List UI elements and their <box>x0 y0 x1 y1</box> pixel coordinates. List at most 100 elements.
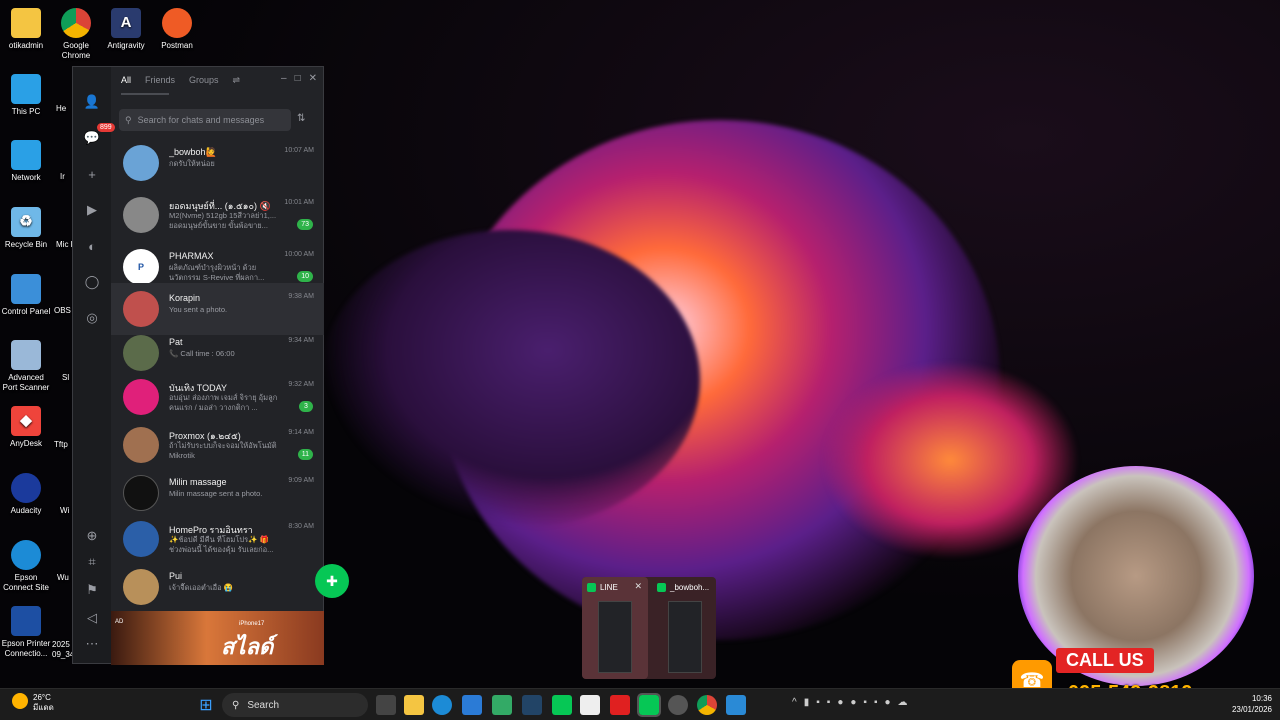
chat-name: Pat <box>169 337 183 347</box>
new-chat-button[interactable]: ✚ <box>315 564 349 598</box>
chat-item[interactable]: Milin massage Milin massage sent a photo… <box>111 467 324 519</box>
avatar <box>123 475 159 511</box>
line-icon <box>657 583 666 592</box>
app-icon[interactable] <box>580 695 600 715</box>
tab-friends[interactable]: Friends <box>145 75 175 86</box>
desktop-icon-control-panel[interactable]: Control Panel <box>0 274 52 317</box>
desktop-icon-network[interactable]: Network <box>0 140 52 183</box>
desktop-icon-label: AnyDesk <box>9 439 42 448</box>
chat-item[interactable]: Pui เจ้าจื๊ดเออต่ำเอื่อ 😭 <box>111 561 324 613</box>
desktop-icon-partial[interactable]: 2025 09_34 <box>52 640 74 660</box>
file-explorer-icon[interactable] <box>404 695 424 715</box>
chat-preview: M2(Nvme) 512gb 15สีวาลย่า1,... ยอดมนุษย์… <box>169 211 277 230</box>
chat-item[interactable]: ยอดมนุษย์ที่... (๑.๕๑๐) 🔇 M2(Nvme) 512gb… <box>111 189 324 241</box>
profile-icon[interactable]: 👤 <box>83 93 101 111</box>
sort-icon[interactable]: ⇅ <box>297 113 305 124</box>
desktop-icon-antigravity[interactable]: A Antigravity <box>100 8 152 51</box>
minimize-icon[interactable]: – <box>281 73 287 84</box>
more-icon[interactable]: ⋯ <box>83 635 101 653</box>
task-view-icon[interactable] <box>376 695 396 715</box>
youtube-icon[interactable] <box>610 695 630 715</box>
filter-icon[interactable]: ⇌ <box>233 75 241 86</box>
search-input[interactable]: ⚲ Search for chats and messages <box>119 109 291 131</box>
voom-icon[interactable]: ▶ <box>83 201 101 219</box>
cloud-icon[interactable]: ☁ <box>898 697 908 708</box>
edge-icon[interactable] <box>432 695 452 715</box>
tab-all[interactable]: All <box>121 75 131 86</box>
start-icon[interactable]: ⊞ <box>196 695 216 715</box>
preview-bowboh-window[interactable]: _bowboh... <box>652 577 718 679</box>
weather-widget[interactable]: 26°C มีแดด <box>12 693 54 713</box>
scanner-icon <box>11 340 41 370</box>
chat-preview: เจ้าจื๊ดเออต่ำเอื่อ 😭 <box>169 583 234 592</box>
avatar <box>123 427 159 463</box>
search-icon: ⚲ <box>125 114 132 125</box>
chrome-icon[interactable] <box>697 695 717 715</box>
chat-preview: ผลิตภัณฑ์บำรุงผิวหน้า ด้วยนวัตกรรม S-Rev… <box>169 263 265 282</box>
vscode-icon[interactable] <box>462 695 482 715</box>
close-icon[interactable]: ✕ <box>309 73 317 84</box>
tray-icon[interactable]: ▪ <box>816 697 820 708</box>
line-app-icon[interactable]: ◎ <box>83 309 101 327</box>
tray-icon[interactable]: ● <box>885 697 891 708</box>
chat-item[interactable]: _bowboh🙋 กดรับให้หน่อย 10:07 AM <box>111 137 324 189</box>
preview-line-window[interactable]: LINE ✕ <box>582 577 648 679</box>
preview-thumbnail <box>668 601 702 673</box>
system-clock[interactable]: 10:36 23/01/2026 <box>1232 693 1272 715</box>
avatar <box>123 197 159 233</box>
sun-icon <box>12 693 28 709</box>
chevron-up-icon[interactable]: ^ <box>792 697 797 708</box>
app-icon[interactable] <box>492 695 512 715</box>
crop-icon[interactable]: ⌗ <box>83 553 101 571</box>
bookmark-icon[interactable]: ⚑ <box>83 581 101 599</box>
app-icon[interactable] <box>522 695 542 715</box>
speaker-icon[interactable]: ◁ <box>83 609 101 627</box>
desktop-icon-this-pc[interactable]: This PC <box>0 74 52 117</box>
desktop-icon-chrome[interactable]: Google Chrome <box>50 8 102 61</box>
chat-name: Korapin <box>169 293 201 303</box>
tab-groups[interactable]: Groups <box>189 75 219 86</box>
tray-icon[interactable]: ▪ <box>827 697 831 708</box>
tray-icon[interactable]: ▮ <box>804 697 810 708</box>
chat-item[interactable]: HomePro รามอินทรา ✨ช้อปดี มีคืน ที่โฮมโป… <box>111 513 324 565</box>
add-friend-icon[interactable]: + <box>83 165 101 183</box>
chat-time: 8:30 AM <box>288 523 314 530</box>
ad-subtitle: iPhone17 <box>239 621 265 627</box>
tray-icon[interactable]: ▪ <box>874 697 878 708</box>
desktop-icon-postman[interactable]: Postman <box>151 8 203 51</box>
recycle-bin-icon: ♻ <box>11 207 41 237</box>
desktop-icon-epson-connect[interactable]: Epson Connect Site <box>0 540 52 593</box>
system-tray: ^ ▮ ▪ ▪ ● ● ▪ ▪ ● ☁ <box>792 697 908 708</box>
preview-title: LINE <box>600 583 618 592</box>
app-icon[interactable] <box>668 695 688 715</box>
desktop-icon-recycle-bin[interactable]: ♻ Recycle Bin <box>0 207 52 250</box>
monitor-icon <box>11 74 41 104</box>
tray-icon[interactable]: ● <box>837 697 843 708</box>
maximize-icon[interactable]: □ <box>295 73 301 84</box>
add-chat-icon[interactable]: ⊕ <box>83 527 101 545</box>
desktop-icon-label: Advanced Port Scanner <box>2 373 50 392</box>
desktop-icon-anydesk[interactable]: ◆ AnyDesk <box>0 406 52 449</box>
desktop-icon-label: Ir <box>60 172 65 181</box>
chat-item[interactable]: บันเทิง TODAY อบอุ่น! ส่องภาพ เจมส์ จิรา… <box>111 371 324 423</box>
chat-preview: Milin massage sent a photo. <box>169 489 263 498</box>
openchat-icon[interactable]: ◐ <box>83 237 101 255</box>
desktop-icon-partial[interactable]: OBS <box>54 306 74 316</box>
desktop-icon-partial[interactable]: Tftp <box>54 440 74 450</box>
taskbar-search[interactable]: ⚲ Search <box>222 693 368 717</box>
close-icon[interactable]: ✕ <box>634 581 642 592</box>
desktop-icon-otikadmin[interactable]: otikadmin <box>0 8 52 51</box>
call-icon[interactable]: ◯ <box>83 273 101 291</box>
desktop-icon-audacity[interactable]: Audacity <box>0 473 52 516</box>
line-icon[interactable] <box>552 695 572 715</box>
chats-icon[interactable]: 💬 899 <box>83 123 115 147</box>
tray-icon[interactable]: ▪ <box>863 697 867 708</box>
desktop-icon-port-scanner[interactable]: Advanced Port Scanner <box>0 340 52 393</box>
taskbar-preview: LINE ✕ _bowboh... <box>582 577 716 679</box>
line-active-icon[interactable] <box>637 693 661 717</box>
chat-item[interactable]: Proxmox (๑.๒๔๕) ถ้าไม่รับระบบก็จะจอมให้อ… <box>111 419 324 471</box>
tray-icon[interactable]: ● <box>850 697 856 708</box>
ad-banner[interactable]: AD iPhone17 สไลด์ <box>111 611 324 665</box>
desktop-icon-epson-printer[interactable]: Epson Printer Connectio... <box>0 606 52 659</box>
app-icon[interactable] <box>726 695 746 715</box>
